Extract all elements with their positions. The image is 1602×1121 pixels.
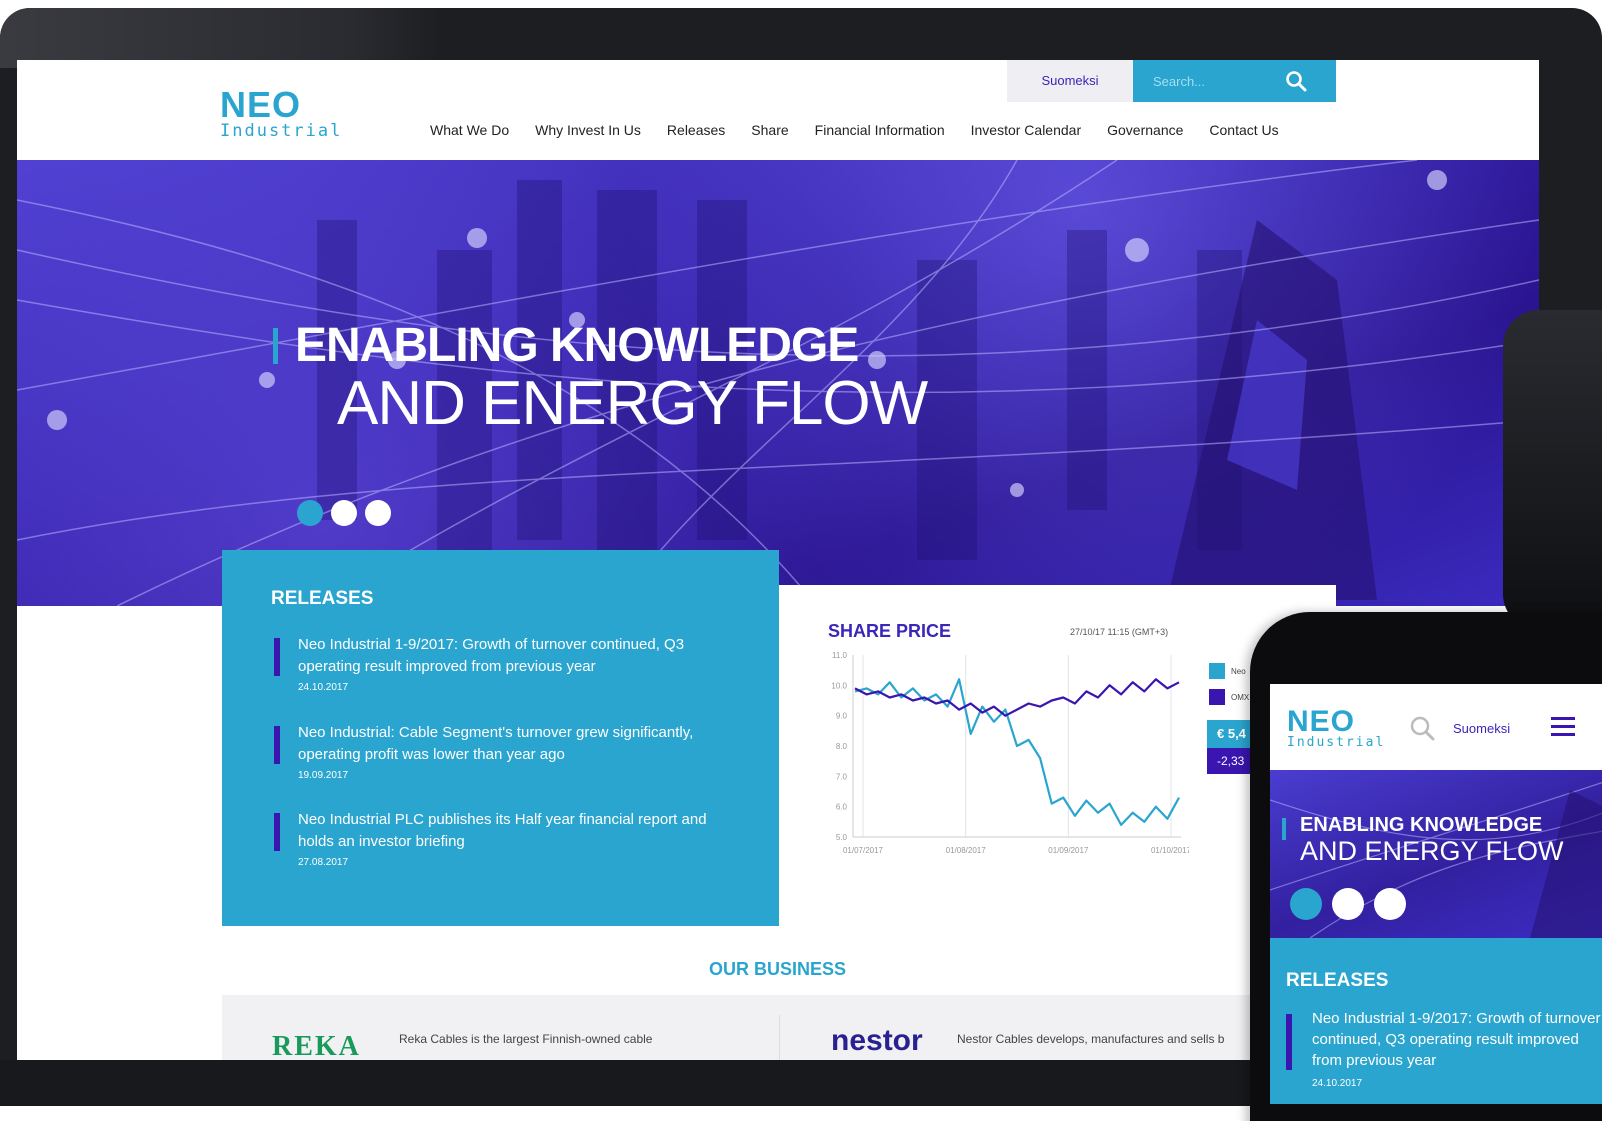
releases-card: RELEASES Neo Industrial 1-9/2017: Growth… — [222, 550, 779, 926]
phone-menu-icon[interactable] — [1551, 714, 1575, 738]
phone-release-date: 24.10.2017 — [1312, 1078, 1363, 1089]
release-date: 24.10.2017 — [298, 682, 349, 693]
monitor-shine — [0, 8, 440, 68]
tablet-device — [1503, 310, 1602, 630]
slider-dot-1[interactable] — [297, 500, 323, 526]
chart-series-line-neo — [854, 678, 1180, 826]
language-switch-button[interactable]: Suomeksi — [1007, 60, 1133, 102]
chart-y-tick-label: 8.0 — [836, 742, 848, 751]
nav-financial-information[interactable]: Financial Information — [815, 122, 945, 138]
slider-dot-2[interactable] — [331, 500, 357, 526]
main-nav: What We Do Why Invest In Us Releases Sha… — [430, 122, 1305, 138]
legend-label-omx: OMX — [1231, 693, 1250, 702]
chart-y-tick-label: 11.0 — [832, 651, 848, 660]
phone-device: NEO Industrial Suomeksi ENABLING KNOWLED… — [1250, 612, 1602, 1121]
search-box — [1133, 60, 1336, 102]
release-date: 19.09.2017 — [298, 770, 349, 781]
hero-subheadline: AND ENERGY FLOW — [337, 369, 928, 438]
our-business-title: OUR BUSINESS — [709, 959, 847, 979]
nav-releases[interactable]: Releases — [667, 122, 725, 138]
phone-search-icon[interactable] — [1408, 714, 1436, 742]
reka-description: Reka Cables is the largest Finnish-owned… — [399, 1032, 653, 1046]
chart-y-tick-label: 6.0 — [836, 803, 848, 812]
nestor-description: Nestor Cables develops, manufactures and… — [957, 1032, 1225, 1046]
phone-slider-dot-3[interactable] — [1374, 888, 1406, 920]
slider-dots — [297, 500, 391, 526]
chart-y-tick-label: 9.0 — [836, 712, 848, 721]
hero-banner: ENABLING KNOWLEDGE AND ENERGY FLOW — [17, 160, 1539, 606]
release-marker — [274, 726, 280, 764]
logo-neo-text: NEO — [220, 84, 302, 125]
chart-x-tick-label: 01/10/2017 — [1151, 846, 1189, 855]
phone-hero-headline: ENABLING KNOWLEDGE — [1300, 814, 1543, 836]
share-price-timestamp: 27/10/17 11:15 (GMT+3) — [1070, 627, 1169, 637]
release-title[interactable]: Neo Industrial: Cable Segment's turnover… — [298, 722, 728, 766]
phone-slider-dot-1[interactable] — [1290, 888, 1322, 920]
search-input[interactable] — [1153, 70, 1273, 92]
hero-headline: ENABLING KNOWLEDGE — [295, 319, 859, 372]
release-marker — [274, 638, 280, 676]
monitor-bottom-bezel — [0, 1060, 1250, 1106]
chart-y-tick-label: 10.0 — [831, 681, 847, 690]
chart-x-tick-label: 01/08/2017 — [946, 846, 987, 855]
slider-dot-3[interactable] — [365, 500, 391, 526]
phone-logo-industrial-text: Industrial — [1287, 735, 1386, 750]
share-price-title: SHARE PRICE — [828, 621, 952, 641]
phone-slider-dots — [1290, 888, 1406, 920]
legend-swatch-omx — [1209, 689, 1225, 705]
nestor-logo[interactable]: nestor — [831, 1024, 923, 1058]
chart-x-tick-label: 01/09/2017 — [1048, 846, 1089, 855]
phone-hero-accent-bar — [1282, 818, 1286, 840]
nav-investor-calendar[interactable]: Investor Calendar — [971, 122, 1082, 138]
business-strip: REKA Reka Cables is the largest Finnish-… — [222, 995, 1322, 1060]
chart-x-tick-label: 01/07/2017 — [843, 846, 884, 855]
phone-language-switch[interactable]: Suomeksi — [1453, 721, 1510, 736]
phone-release-title[interactable]: Neo Industrial 1-9/2017: Growth of turno… — [1312, 1008, 1602, 1071]
phone-releases-card: RELEASES Neo Industrial 1-9/2017: Growth… — [1270, 938, 1602, 1104]
legend-swatch-neo — [1209, 663, 1225, 679]
phone-release-marker — [1286, 1014, 1292, 1070]
nav-governance[interactable]: Governance — [1107, 122, 1183, 138]
releases-title: RELEASES — [271, 588, 374, 609]
business-divider — [779, 1015, 780, 1060]
share-price-chart: 01/07/2017 01/08/2017 01/09/2017 01/10/2017… — [831, 651, 1189, 855]
phone-screen: NEO Industrial Suomeksi ENABLING KNOWLED… — [1270, 684, 1602, 1104]
nav-share[interactable]: Share — [751, 122, 788, 138]
logo-industrial-text: Industrial — [220, 121, 343, 141]
neo-industrial-logo[interactable]: NEO Industrial — [220, 84, 343, 141]
phone-releases-title: RELEASES — [1286, 970, 1389, 991]
release-marker — [274, 813, 280, 851]
reka-logo[interactable]: REKA — [272, 1031, 361, 1060]
search-icon[interactable] — [1284, 69, 1308, 93]
phone-hero-banner: ENABLING KNOWLEDGE AND ENERGY FLOW — [1270, 770, 1602, 938]
phone-hero-subheadline: AND ENERGY FLOW — [1300, 836, 1564, 866]
phone-logo[interactable]: NEO Industrial — [1287, 705, 1386, 750]
phone-logo-neo-text: NEO — [1287, 705, 1356, 738]
chart-series-line-omx — [854, 678, 1180, 717]
release-title[interactable]: Neo Industrial PLC publishes its Half ye… — [298, 809, 728, 853]
chart-y-tick-label: 7.0 — [836, 772, 848, 781]
phone-slider-dot-2[interactable] — [1332, 888, 1364, 920]
site-header: NEO Industrial Suomeksi What We Do Why I… — [17, 60, 1539, 160]
hero-accent-bar — [273, 328, 278, 364]
release-title[interactable]: Neo Industrial 1-9/2017: Growth of turno… — [298, 634, 728, 678]
release-date: 27.08.2017 — [298, 857, 349, 868]
nav-contact-us[interactable]: Contact Us — [1209, 122, 1278, 138]
nav-what-we-do[interactable]: What We Do — [430, 122, 509, 138]
legend-label-neo: Neo — [1231, 667, 1246, 676]
chart-y-tick-label: 5.0 — [836, 833, 848, 842]
nav-why-invest[interactable]: Why Invest In Us — [535, 122, 641, 138]
